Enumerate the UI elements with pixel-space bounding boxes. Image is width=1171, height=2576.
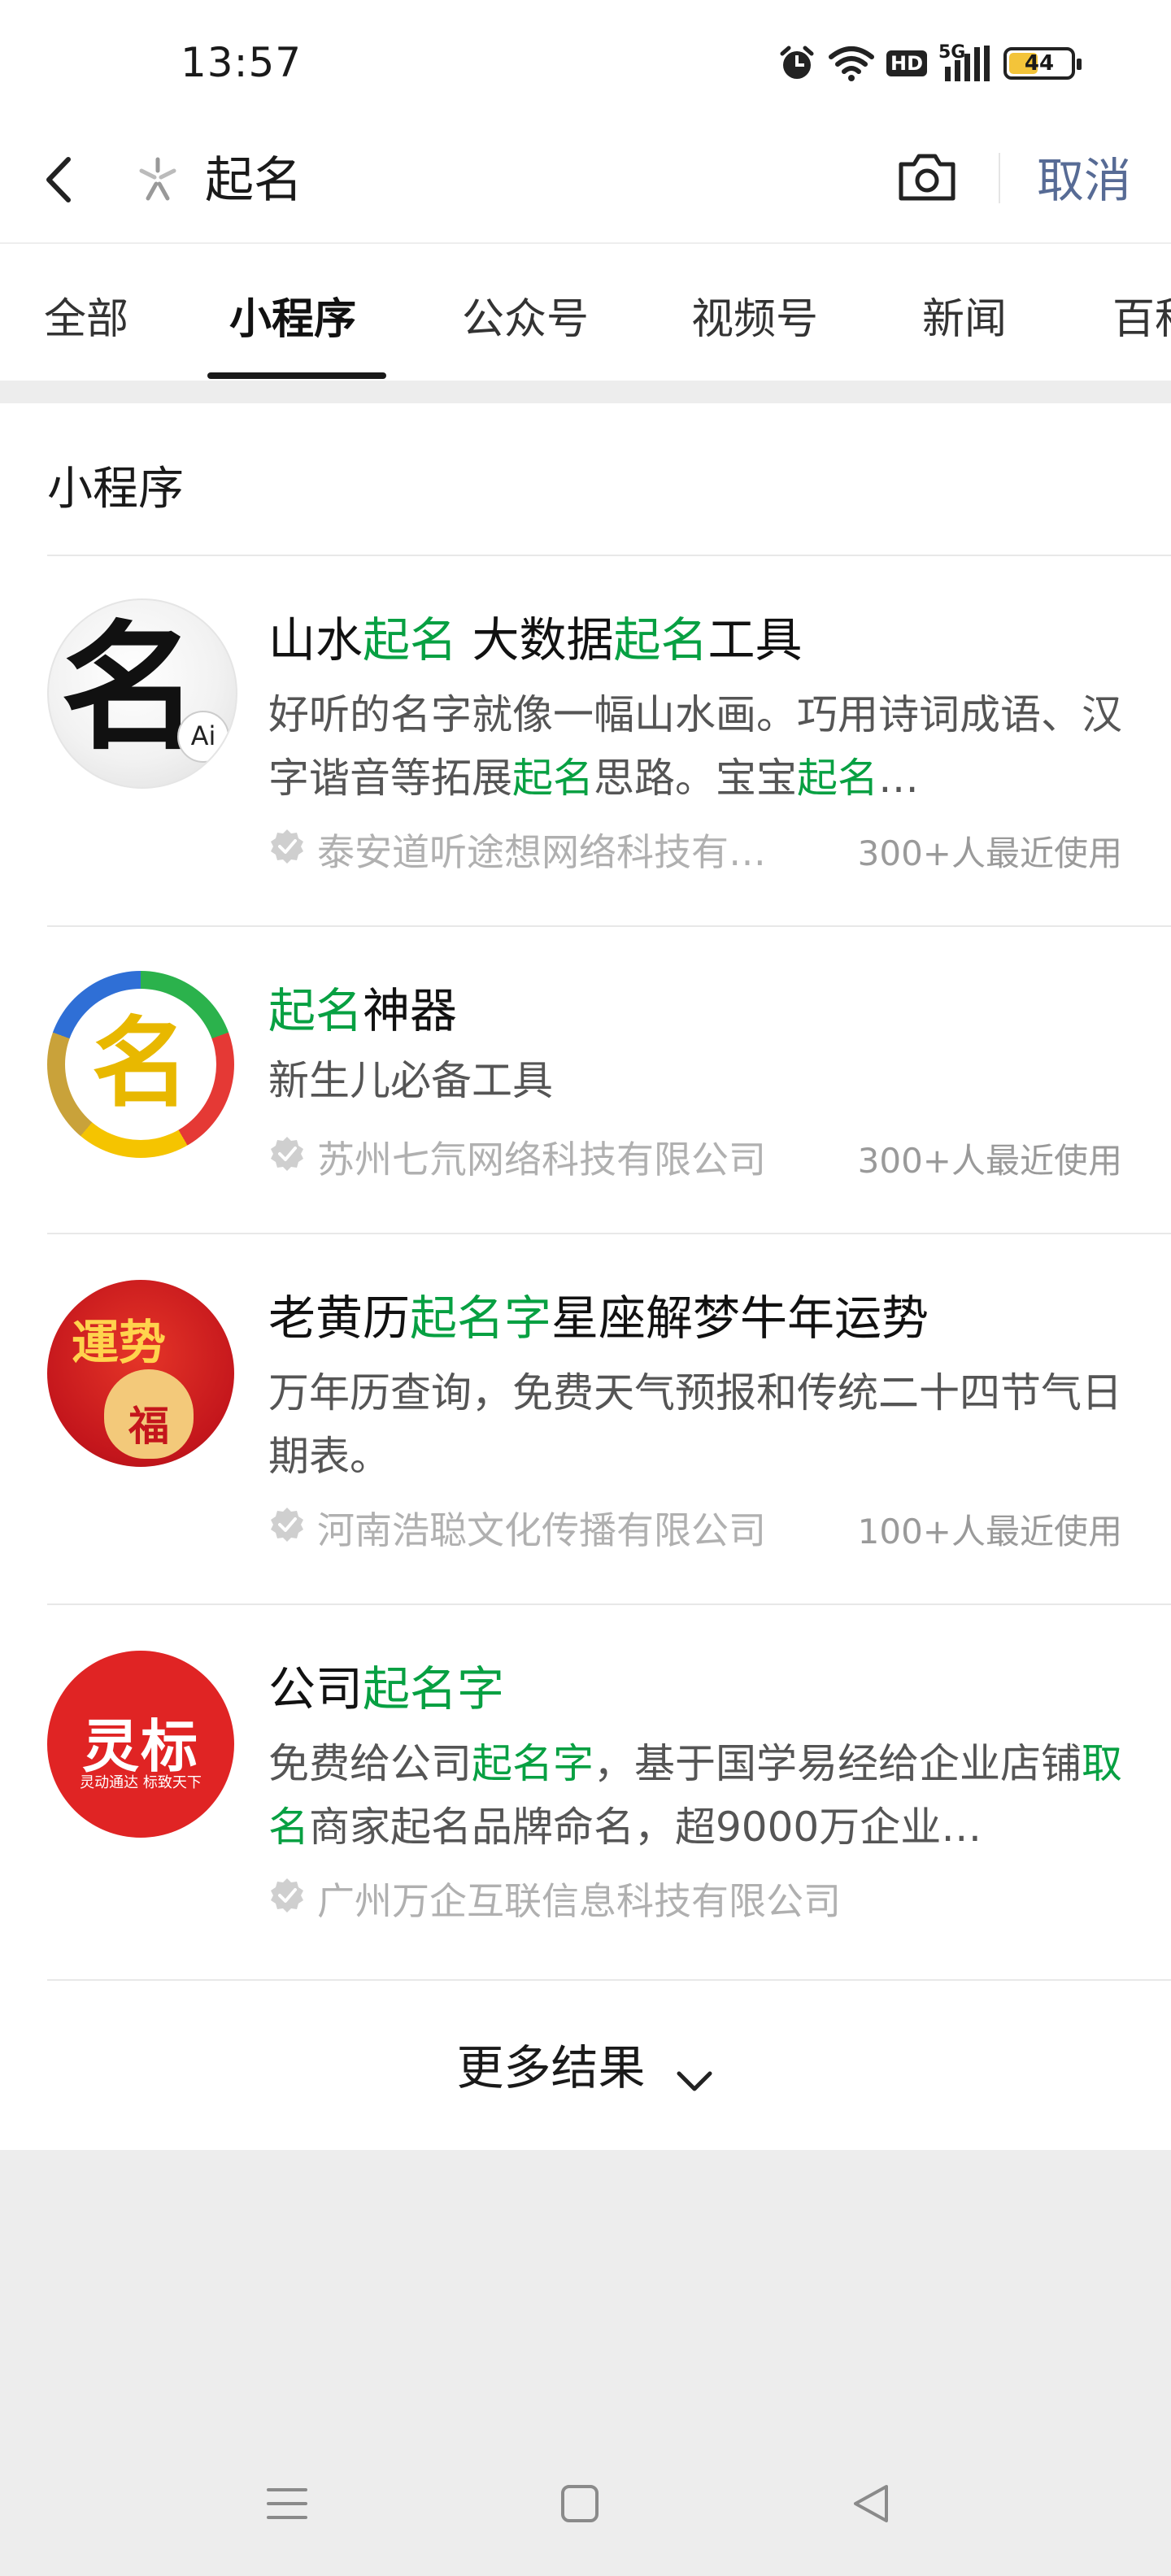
- verified-icon: [271, 1137, 303, 1171]
- verified-icon: [271, 1508, 303, 1542]
- desc-highlight: 起名: [797, 755, 878, 802]
- app-avatar: 運势 福: [47, 1280, 234, 1467]
- tab-news[interactable]: 新闻: [922, 285, 1007, 346]
- divider: [999, 153, 1000, 203]
- title-highlight: 起名字: [410, 1290, 552, 1346]
- result-title: 公司起名字: [268, 1651, 504, 1719]
- tab-all[interactable]: 全部: [44, 285, 128, 346]
- home-icon[interactable]: [556, 2480, 603, 2527]
- desc-text: 商家起名品牌命名，超9000万企业…: [309, 1804, 982, 1851]
- company-name: 泰安道听途想网络科技有…: [317, 830, 766, 874]
- avatar-sub-glyph: 灵动通达 标致天下: [80, 1774, 202, 1791]
- usage-count: 100+人最近使用: [857, 1512, 1122, 1551]
- result-meta: 河南浩聪文化传播有限公司 100+人最近使用: [268, 1501, 1122, 1552]
- result-description: 万年历查询，免费天气预报和传统二十四节气日期表。: [268, 1361, 1122, 1488]
- search-bar: 起名 取消: [0, 122, 1171, 242]
- signal-icon: 5G: [938, 42, 992, 83]
- system-nav-bar: [0, 2431, 1171, 2576]
- verified-icon: [271, 1878, 303, 1912]
- verified-icon: [271, 829, 303, 864]
- avatar-badge: Ai: [177, 711, 229, 763]
- back-triangle-icon[interactable]: [847, 2480, 895, 2527]
- desc-text: …: [878, 755, 919, 802]
- desc-highlight: 起名字: [472, 1740, 594, 1787]
- result-title: 起名神器: [268, 973, 457, 1041]
- result-description: 新生儿必备工具: [268, 1049, 1122, 1112]
- avatar-sub-glyph: 福: [128, 1403, 169, 1450]
- app-avatar: 名 Ai: [47, 598, 237, 789]
- avatar-glyph: 名: [92, 1007, 189, 1120]
- desc-text: 思路。宝宝: [594, 755, 797, 802]
- company-name: 广州万企互联信息科技有限公司: [317, 1879, 841, 1923]
- search-input[interactable]: 起名: [205, 140, 303, 221]
- title-highlight: 起名: [363, 612, 458, 668]
- result-item[interactable]: 灵标 灵动通达 标致天下 公司起名字 免费给公司起名字，基于国学易经给企业店铺取…: [0, 1603, 1171, 1974]
- result-meta: 泰安道听途想网络科技有… 300+人最近使用: [268, 823, 1122, 874]
- result-meta: 广州万企互联信息科技有限公司: [268, 1872, 1122, 1923]
- title-text: 老黄历: [268, 1290, 411, 1346]
- category-tabs: 全部 小程序 公众号 视频号 新闻 百科: [0, 242, 1171, 381]
- app-avatar: 灵标 灵动通达 标致天下: [47, 1651, 234, 1838]
- title-highlight: 起名: [268, 983, 363, 1038]
- back-arrow-icon[interactable]: [33, 151, 89, 208]
- usage-count: 300+人最近使用: [857, 1141, 1122, 1181]
- tab-official-accounts[interactable]: 公众号: [462, 285, 589, 346]
- camera-icon[interactable]: [895, 145, 960, 210]
- company-name: 苏州七氘网络科技有限公司: [317, 1138, 766, 1181]
- wifi-icon: [828, 46, 875, 81]
- more-results-button[interactable]: 更多结果: [0, 2030, 1171, 2098]
- divider: [47, 1979, 1171, 1981]
- title-text: 神器: [363, 983, 458, 1038]
- title-text: 工具: [707, 612, 803, 668]
- result-item[interactable]: 名 起名神器 新生儿必备工具 苏州七氘网络科技有限公司 300+人最近使用: [0, 925, 1171, 1233]
- result-description: 免费给公司起名字，基于国学易经给企业店铺取名商家起名品牌命名，超9000万企业…: [268, 1732, 1122, 1859]
- active-tab-indicator: [207, 372, 386, 379]
- result-meta: 苏州七氘网络科技有限公司 300+人最近使用: [268, 1130, 1122, 1181]
- status-icons: HD 5G 44: [777, 39, 1082, 88]
- tab-channels[interactable]: 视频号: [691, 285, 818, 346]
- clock: 13:57: [181, 39, 303, 86]
- result-description: 好听的名字就像一幅山水画。巧用诗词成语、汉字谐音等拓展起名思路。宝宝起名…: [268, 683, 1122, 810]
- result-title: 老黄历起名字星座解梦牛年运势: [268, 1280, 929, 1348]
- status-bar: 13:57 HD 5G 44: [0, 0, 1171, 122]
- more-results-label: 更多结果: [456, 2040, 646, 2095]
- title-highlight: 起名: [613, 612, 708, 668]
- alarm-icon: [777, 44, 816, 83]
- results-card: 小程序 名 Ai 山水起名 大数据起名工具 好听的名字就像一幅山水画。巧用诗词成…: [0, 403, 1171, 2150]
- section-title: 小程序: [47, 463, 184, 516]
- search-icon: [139, 157, 176, 201]
- desc-text: 新生儿必备工具: [268, 1057, 553, 1104]
- desc-text: ，基于国学易经给企业店铺: [594, 1740, 1082, 1787]
- desc-text: 万年历查询，免费天气预报和传统二十四节气日期表。: [268, 1369, 1122, 1480]
- battery-icon: 44: [1003, 47, 1082, 80]
- tab-mini-programs[interactable]: 小程序: [229, 285, 356, 346]
- company-name: 河南浩聪文化传播有限公司: [317, 1508, 766, 1552]
- cancel-button[interactable]: 取消: [1037, 140, 1131, 221]
- app-avatar: 名: [47, 971, 234, 1158]
- battery-level: 44: [1024, 51, 1055, 76]
- title-text: 大数据: [457, 612, 614, 668]
- result-item[interactable]: 運势 福 老黄历起名字星座解梦牛年运势 万年历查询，免费天气预报和传统二十四节气…: [0, 1233, 1171, 1603]
- hd-badge: HD: [886, 50, 927, 76]
- title-highlight: 起名字: [363, 1661, 505, 1717]
- avatar-glyph: 運势: [72, 1315, 167, 1370]
- menu-icon[interactable]: [263, 2480, 311, 2527]
- desc-text: 免费给公司: [268, 1740, 472, 1787]
- tab-encyclopedia[interactable]: 百科: [1112, 285, 1171, 346]
- chevron-down-icon: [677, 2071, 712, 2091]
- title-text: 星座解梦牛年运势: [551, 1290, 929, 1346]
- title-text: 山水: [268, 612, 363, 668]
- title-text: 公司: [268, 1661, 363, 1717]
- result-title: 山水起名 大数据起名工具: [268, 602, 803, 670]
- desc-highlight: 起名: [512, 755, 594, 802]
- result-item[interactable]: 名 Ai 山水起名 大数据起名工具 好听的名字就像一幅山水画。巧用诗词成语、汉字…: [0, 555, 1171, 925]
- usage-count: 300+人最近使用: [857, 833, 1122, 873]
